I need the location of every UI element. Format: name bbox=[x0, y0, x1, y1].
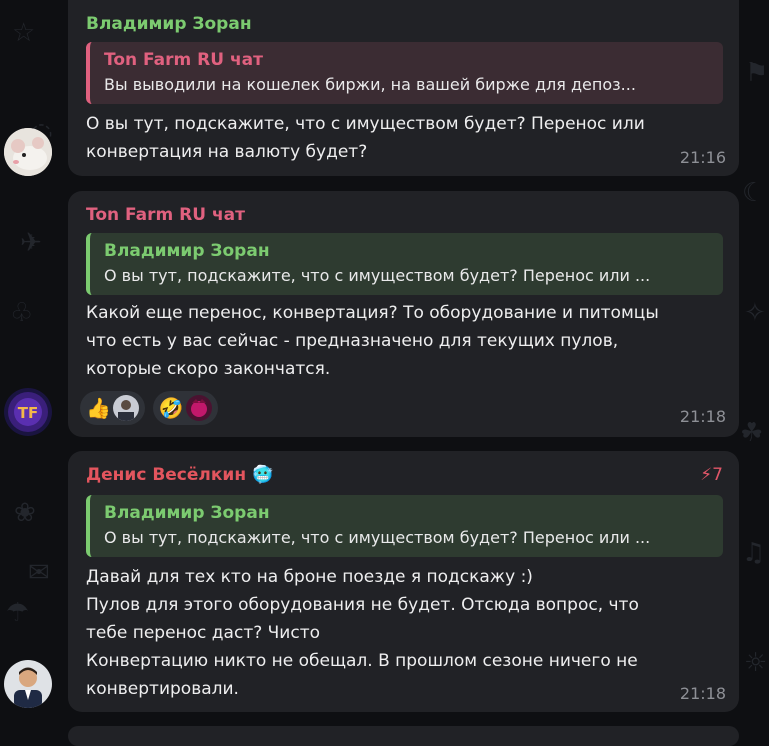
reply-text: Вы выводили на кошелек биржи, на вашей б… bbox=[104, 75, 636, 94]
reaction-rofl[interactable]: 🤣 bbox=[152, 391, 218, 425]
boost-badge[interactable]: ⚡7 bbox=[700, 463, 723, 487]
message-line: Давай для тех кто на броне поезде я подс… bbox=[86, 567, 533, 587]
reply-quote[interactable]: Ton Farm RU чат Вы выводили на кошелек б… bbox=[86, 42, 723, 104]
message-line: конвертировали. bbox=[86, 679, 239, 699]
message-bubble[interactable]: Владимир Зоран Ton Farm RU чат Вы выводи… bbox=[68, 0, 739, 176]
message-line: Конвертацию никто не обещал. В прошлом с… bbox=[86, 651, 638, 671]
message-time: 21:18 bbox=[679, 684, 726, 703]
reply-quote[interactable]: Владимир Зоран О вы тут, подскажите, что… bbox=[86, 495, 723, 557]
man-avatar-icon[interactable] bbox=[4, 660, 52, 708]
sender-name[interactable]: Денис Весёлкин 🥶 bbox=[86, 463, 273, 487]
reply-text: О вы тут, подскажите, что с имуществом б… bbox=[104, 266, 651, 285]
boost-count: 7 bbox=[712, 465, 723, 485]
message-line: Пулов для этого оборудования не будет. О… bbox=[86, 595, 639, 615]
reply-author: Владимир Зоран bbox=[104, 241, 270, 261]
message-time: 21:18 bbox=[679, 407, 726, 426]
rofl-icon: 🤣 bbox=[158, 396, 184, 420]
message-bubble[interactable]: Денис Весёлкин 🥶 ⚡7 Владимир Зоран О вы … bbox=[68, 451, 739, 712]
sender-name[interactable]: Ton Farm RU чат bbox=[86, 203, 245, 227]
message-line: О вы тут, подскажите, что с имуществом б… bbox=[86, 114, 645, 134]
thumbs-up-icon: 👍 bbox=[86, 396, 111, 420]
message-line: конвертация на валюту будет? bbox=[86, 142, 368, 162]
freezing-face-icon: 🥶 bbox=[252, 465, 274, 485]
rat-avatar-icon[interactable] bbox=[4, 128, 52, 176]
message-text: О вы тут, подскажите, что с имуществом б… bbox=[86, 110, 699, 166]
tf-logo-avatar-icon[interactable]: TF bbox=[4, 388, 52, 436]
reactor-avatar-icon bbox=[112, 395, 139, 421]
reactor-avatar-icon bbox=[185, 395, 212, 421]
message-line: которые скоро закончатся. bbox=[86, 359, 331, 379]
message-bubble[interactable]: Ton Farm RU чат Владимир Зоран О вы тут,… bbox=[68, 191, 739, 437]
reply-text: О вы тут, подскажите, что с имуществом б… bbox=[104, 528, 651, 547]
sender-name-text: Денис Весёлкин bbox=[86, 465, 247, 485]
lightning-icon: ⚡ bbox=[700, 465, 713, 485]
message-bubble[interactable] bbox=[68, 726, 739, 746]
reply-author: Ton Farm RU чат bbox=[104, 50, 263, 70]
message-line: что есть у вас сейчас - предназначено дл… bbox=[86, 331, 619, 351]
message-text: Давай для тех кто на броне поезде я подс… bbox=[86, 563, 699, 703]
reply-quote[interactable]: Владимир Зоран О вы тут, подскажите, что… bbox=[86, 233, 723, 295]
message-line: тебе перенос даст? Чисто bbox=[86, 623, 320, 643]
message-time: 21:16 bbox=[679, 148, 726, 167]
reaction-thumbs-up[interactable]: 👍 bbox=[80, 391, 145, 425]
svg-text:TF: TF bbox=[18, 404, 38, 422]
message-text: Какой еще перенос, конвертация? То обору… bbox=[86, 299, 699, 383]
reactions-bar: 👍 🤣 bbox=[80, 391, 218, 427]
message-line: Какой еще перенос, конвертация? То обору… bbox=[86, 303, 659, 323]
reply-author: Владимир Зоран bbox=[104, 503, 270, 523]
sender-name[interactable]: Владимир Зоран bbox=[86, 12, 252, 36]
